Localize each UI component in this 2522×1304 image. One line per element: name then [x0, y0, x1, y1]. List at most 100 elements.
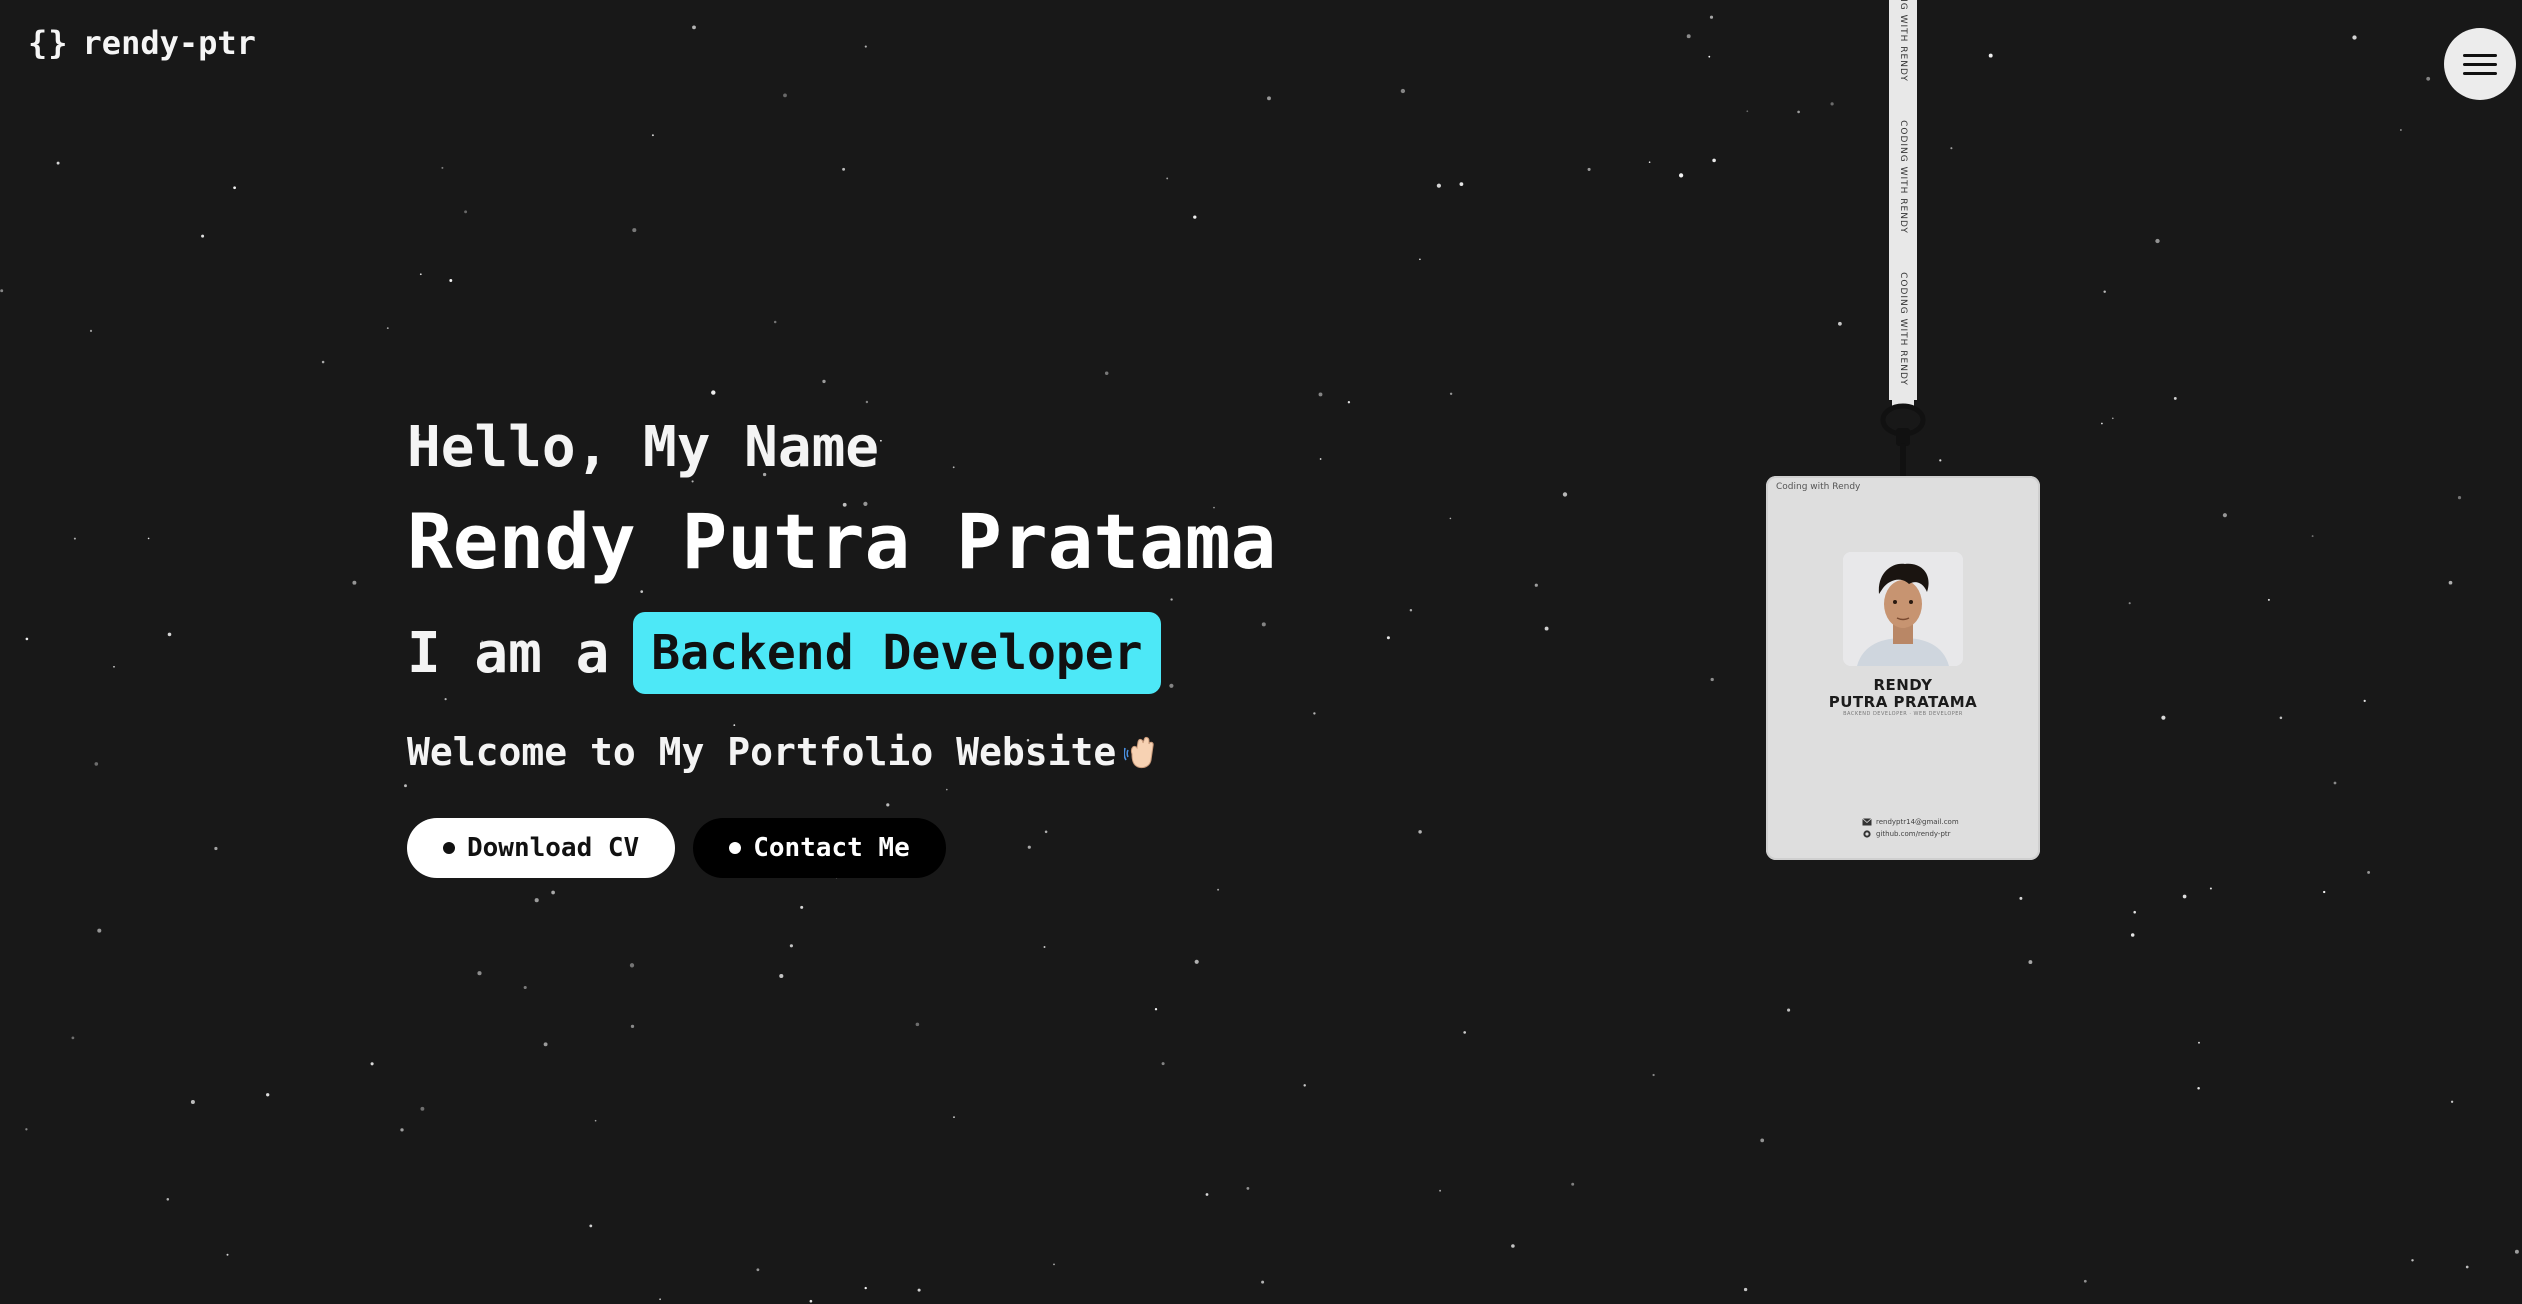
hamburger-menu-icon-line-middle: [2463, 62, 2497, 66]
star: [1347, 401, 1351, 404]
lanyard-strap[interactable]: CODING WITH RENDY CODING WITH RENDY CODI…: [1889, 0, 1917, 400]
star: [1463, 1031, 1467, 1034]
star: [147, 537, 150, 540]
star: [1439, 1189, 1442, 1192]
star: [1710, 677, 1714, 682]
star: [1104, 371, 1109, 375]
star: [321, 360, 325, 364]
star: [2323, 890, 2326, 894]
star: [692, 25, 696, 30]
star: [789, 944, 793, 948]
waving-hand-icon: [1124, 737, 1154, 769]
star: [2426, 76, 2431, 81]
bullet-dot-icon: [729, 842, 742, 855]
id-card[interactable]: Coding with Rendy RENDY PUTRA PRATAMA BA…: [1766, 476, 2040, 860]
star: [1760, 1138, 1765, 1143]
star: [1419, 258, 1421, 261]
star: [2133, 910, 2136, 914]
star: [2130, 933, 2135, 937]
star: [1743, 1287, 1748, 1292]
star: [1436, 183, 1441, 188]
lanyard-text: CODING WITH RENDY: [1898, 0, 1908, 82]
card-brand: Coding with Rendy: [1776, 482, 1861, 492]
star: [73, 537, 76, 540]
star: [190, 1099, 195, 1105]
star: [1043, 946, 1046, 948]
card-first-name: RENDY: [1873, 676, 1933, 694]
hamburger-menu-icon-line-top: [2463, 53, 2497, 57]
hero-section: Hello, My Name Rendy Putra Pratama I am …: [407, 420, 1407, 879]
star: [2352, 35, 2357, 40]
menu-button[interactable]: [2444, 28, 2516, 100]
star: [1194, 959, 1199, 964]
star: [1511, 1244, 1515, 1248]
star: [1409, 608, 1413, 612]
star: [1318, 392, 1323, 397]
star: [864, 45, 867, 48]
card-github-text: github.com/rendy-ptr: [1876, 830, 1951, 838]
hamburger-menu-icon-line-bottom: [2463, 71, 2497, 75]
star: [2161, 715, 2166, 720]
star: [711, 390, 716, 395]
star: [1459, 182, 1464, 186]
star: [1193, 215, 1197, 219]
star: [2197, 1086, 2200, 1090]
star: [400, 1128, 404, 1132]
star: [1652, 1073, 1655, 1077]
star: [2028, 960, 2033, 965]
star: [2019, 896, 2023, 900]
star: [629, 963, 635, 968]
star: [534, 898, 539, 903]
curly-braces-icon: {}: [28, 24, 69, 62]
star: [25, 1128, 28, 1131]
card-email-text: rendyptr14@gmail.com: [1876, 818, 1959, 826]
star: [441, 166, 444, 169]
welcome-line: Welcome to My Portfolio Website: [407, 730, 1407, 774]
star: [2465, 1265, 2469, 1269]
card-last-name: PUTRA PRATAMA: [1828, 693, 1978, 711]
star: [464, 210, 468, 214]
star: [449, 279, 453, 282]
star: [2182, 894, 2187, 899]
contact-me-button[interactable]: Contact Me: [693, 818, 946, 879]
star: [2399, 129, 2402, 131]
star: [25, 637, 29, 641]
star: [2198, 1041, 2200, 1044]
welcome-text: Welcome to My Portfolio Website: [407, 730, 1117, 775]
star: [1587, 167, 1591, 171]
star: [2111, 417, 2114, 420]
star: [1988, 53, 1993, 58]
star: [2209, 887, 2212, 890]
star: [233, 186, 236, 190]
profile-photo: [1843, 552, 1963, 666]
star: [226, 1253, 229, 1256]
mail-icon: [1862, 818, 1872, 826]
star: [2103, 290, 2106, 293]
card-email: rendyptr14@gmail.com: [1862, 818, 1959, 826]
star: [1161, 1062, 1165, 1066]
star: [1154, 1008, 1158, 1011]
star: [632, 228, 637, 233]
star: [2083, 1279, 2087, 1283]
logo-link[interactable]: {} rendy-ptr: [28, 24, 256, 62]
star: [1303, 1084, 1306, 1087]
star: [651, 134, 654, 137]
star: [659, 1298, 661, 1301]
star: [1648, 161, 1651, 164]
star: [1686, 34, 1691, 39]
role-line: I am a Backend Developer: [407, 612, 1407, 695]
star: [756, 1268, 760, 1272]
role-prefix: I am a: [407, 620, 610, 686]
star: [370, 1062, 374, 1066]
star: [1205, 1193, 1209, 1196]
star: [2411, 1259, 2414, 1262]
star: [953, 1116, 955, 1118]
star: [1571, 1182, 1575, 1186]
star: [89, 329, 93, 332]
star: [2311, 535, 2314, 538]
download-cv-button[interactable]: Download CV: [407, 818, 676, 879]
star: [1261, 1280, 1265, 1284]
star: [822, 379, 826, 384]
star: [477, 971, 482, 976]
star: [419, 273, 422, 276]
